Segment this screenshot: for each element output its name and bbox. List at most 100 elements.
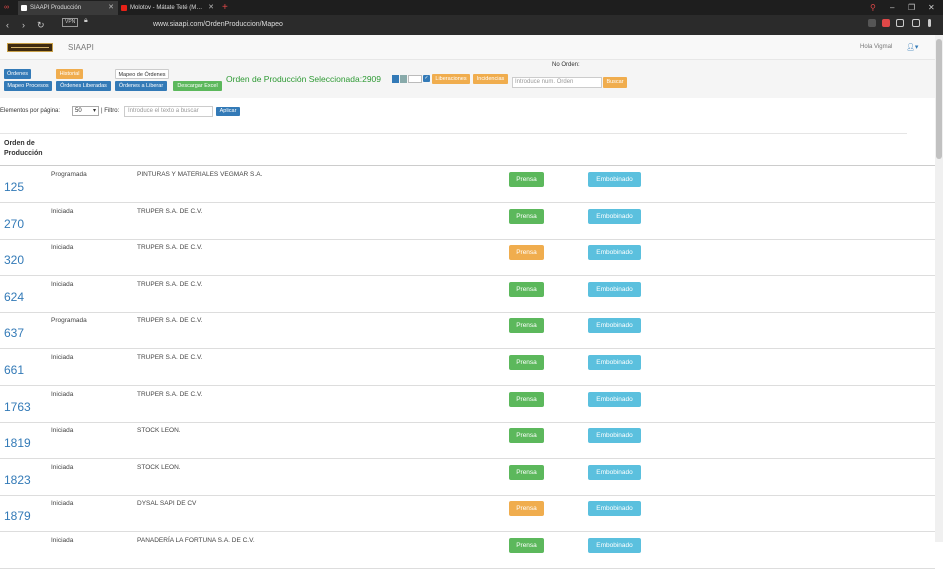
company-logo[interactable] [7, 43, 53, 52]
order-number-input[interactable]: Introduce num. Orden [512, 77, 602, 88]
order-number-link[interactable]: 661 [4, 363, 24, 377]
user-icon[interactable]: 👤︎▾ [906, 43, 918, 51]
prensa-button[interactable]: Prensa [509, 391, 544, 407]
restore-icon[interactable]: ❐ [908, 0, 915, 15]
mapeo-ordenes-button[interactable]: Mapeo de Órdenes [115, 69, 169, 79]
tab-youtube[interactable]: Molotov - Mátate Teté (M… ✕ [118, 1, 218, 15]
prensa-button[interactable]: Prensa [509, 208, 544, 224]
embobinado-button[interactable]: Embobinado [588, 355, 641, 370]
url-field[interactable]: www.siaapi.com/OrdenProduccion/Mapeo [60, 18, 860, 32]
descargar-excel-button[interactable]: Descargar Excel [173, 81, 222, 91]
ordenes-liberar-button[interactable]: Órdenes a Liberar [115, 81, 167, 91]
column-header-line: Orden de [4, 140, 35, 147]
per-page-select[interactable]: 50 ▾ [72, 106, 99, 116]
order-number-link[interactable]: 1823 [4, 473, 31, 487]
order-number-link[interactable]: 637 [4, 326, 24, 340]
filter-input[interactable]: Introduce el texto a buscar [124, 106, 213, 117]
camera-icon[interactable] [868, 19, 876, 27]
filter-label: | Filtro: [101, 108, 120, 114]
check-icon[interactable]: ✓ [423, 75, 430, 82]
back-icon[interactable]: ‹ [6, 19, 9, 31]
order-status: Iniciada [51, 427, 74, 435]
divider [0, 133, 907, 134]
order-number-link[interactable]: 1879 [4, 509, 31, 523]
order-number-link[interactable]: 1763 [4, 400, 31, 414]
small-input[interactable] [408, 75, 422, 83]
order-number-link[interactable]: 270 [4, 217, 24, 231]
historial-button[interactable]: Historial [56, 69, 83, 79]
order-status: Iniciada [51, 390, 74, 398]
embobinado-button[interactable]: Embobinado [588, 208, 641, 224]
url-text: www.siaapi.com/OrdenProduccion/Mapeo [153, 21, 283, 28]
ordenes-button[interactable]: Órdenes [4, 69, 31, 79]
column-header-order: Orden de Producción [4, 139, 43, 159]
prensa-button[interactable]: Prensa [509, 172, 544, 187]
minimize-icon[interactable]: – [890, 0, 894, 15]
new-tab-button[interactable]: + [222, 0, 228, 15]
document-icon[interactable] [392, 75, 399, 83]
order-status: Iniciada [51, 280, 74, 288]
prensa-button[interactable]: Prensa [509, 355, 544, 370]
scrollbar-thumb[interactable] [936, 39, 942, 159]
chart-icon[interactable] [400, 75, 407, 83]
prensa-button[interactable]: Prensa [509, 245, 544, 261]
prensa-button[interactable]: Prensa [509, 428, 544, 444]
buscar-button[interactable]: Buscar [603, 77, 627, 88]
client-name: PANADERÍA LA FORTUNA S.A. DE C.V. [137, 537, 255, 544]
client-name: TRUPER S.A. DE C.V. [137, 390, 203, 398]
app-name[interactable]: SIAAPI [68, 43, 94, 52]
prensa-button[interactable]: Prensa [509, 318, 544, 334]
embobinado-button[interactable]: Embobinado [588, 391, 641, 407]
embobinado-button[interactable]: Embobinado [588, 172, 641, 187]
order-number-link[interactable]: 320 [4, 253, 24, 267]
tab-siaapi[interactable]: SIAAPI Producción ✕ [18, 1, 118, 15]
menu-icon[interactable] [928, 19, 931, 27]
order-number-link[interactable]: 624 [4, 290, 24, 304]
tab-menu-icon[interactable]: ∞ [0, 1, 18, 15]
prensa-button[interactable]: Prensa [509, 281, 544, 297]
tab-label: Molotov - Mátate Teté (M… [130, 5, 203, 11]
client-name: TRUPER S.A. DE C.V. [137, 280, 203, 288]
order-status: Iniciada [51, 244, 74, 252]
shield-icon[interactable] [882, 19, 890, 27]
prensa-button[interactable]: Prensa [509, 538, 544, 553]
prensa-button[interactable]: Prensa [509, 464, 544, 480]
close-icon[interactable]: ✕ [108, 1, 114, 15]
mapeo-procesos-button[interactable]: Mapeo Procesos [4, 81, 52, 91]
reload-icon[interactable]: ↻ [37, 19, 45, 31]
embobinado-button[interactable]: Embobinado [588, 464, 641, 480]
client-name: TRUPER S.A. DE C.V. [137, 317, 203, 325]
client-name: PINTURAS Y MATERIALES VEGMAR S.A. [137, 171, 263, 178]
apply-button[interactable]: Aplicar [216, 107, 240, 116]
prensa-button[interactable]: Prensa [509, 501, 544, 517]
embobinado-button[interactable]: Embobinado [588, 428, 641, 444]
liberaciones-button[interactable]: Liberaciones [432, 74, 470, 84]
table-row: 1823 Iniciada STOCK LEON. Prensa Embobinado [0, 459, 935, 496]
embobinado-button[interactable]: Embobinado [588, 245, 641, 261]
per-page-value: 50 [75, 108, 82, 114]
table-row: Iniciada PANADERÍA LA FORTUNA S.A. DE C.V… [0, 532, 935, 569]
scrollbar[interactable] [935, 35, 943, 542]
table-row: 320 Iniciada TRUPER S.A. DE C.V. Prensa Embo… [0, 239, 935, 277]
cube-icon[interactable] [912, 19, 920, 27]
forward-icon[interactable]: › [22, 19, 25, 31]
client-name: TRUPER S.A. DE C.V. [137, 207, 203, 215]
client-name: TRUPER S.A. DE C.V. [137, 244, 203, 252]
embobinado-button[interactable]: Embobinado [588, 281, 641, 297]
table-row: 1879 Iniciada DYSAL SAPI DE CV Prensa Embobi… [0, 495, 935, 533]
order-status: Iniciada [51, 354, 74, 361]
order-number-link[interactable]: 1819 [4, 436, 31, 450]
search-icon[interactable]: ⚲ [870, 0, 876, 15]
table-row: 661 Iniciada TRUPER S.A. DE C.V. Prensa Embo… [0, 349, 935, 386]
order-number-link[interactable]: 125 [4, 180, 24, 194]
heart-icon[interactable] [896, 19, 904, 27]
close-window-icon[interactable]: ✕ [928, 0, 935, 15]
table-row: 637 Programada TRUPER S.A. DE C.V. Prensa Em… [0, 312, 935, 350]
table-row: 125 Programada PINTURAS Y MATERIALES VEGMA… [0, 166, 935, 203]
incidencias-button[interactable]: Incidencias [473, 74, 508, 84]
ordenes-liberadas-button[interactable]: Órdenes Liberadas [56, 81, 111, 91]
embobinado-button[interactable]: Embobinado [588, 501, 641, 517]
close-icon[interactable]: ✕ [208, 1, 214, 15]
embobinado-button[interactable]: Embobinado [588, 538, 641, 553]
embobinado-button[interactable]: Embobinado [588, 318, 641, 334]
